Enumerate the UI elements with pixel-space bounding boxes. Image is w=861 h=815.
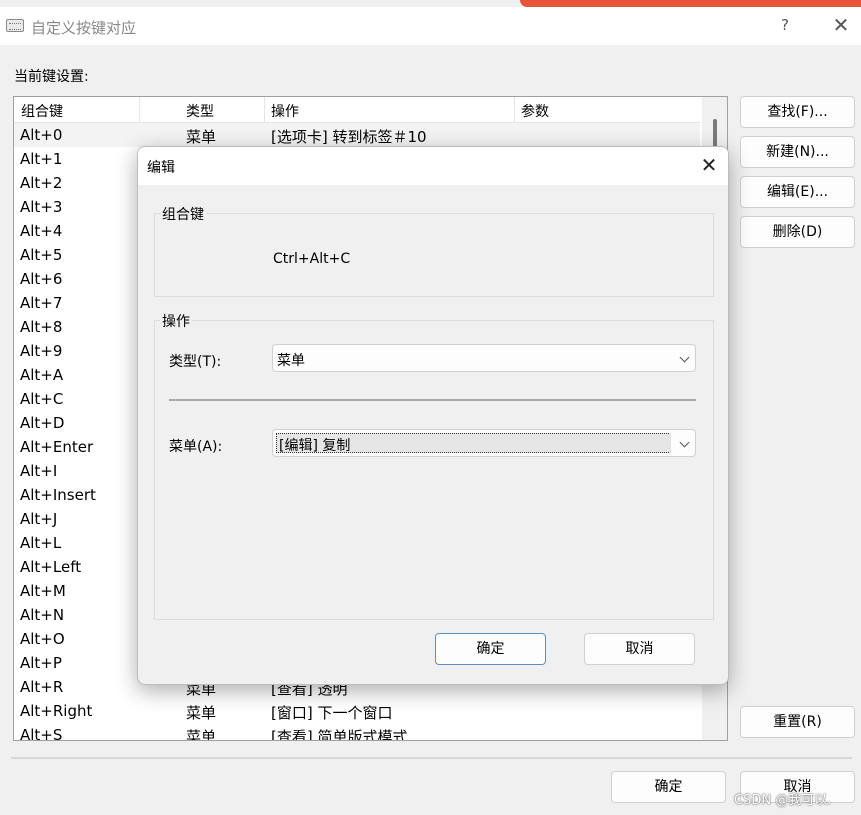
table-row[interactable]: Alt+Right 菜单 [窗口] 下一个窗口 xyxy=(14,699,700,723)
row-operation: [选项卡] 转到标签＃10 xyxy=(271,128,427,146)
row-key: Alt+7 xyxy=(20,294,63,312)
window-title: 自定义按键对应 xyxy=(31,19,137,37)
new-button[interactable]: 新建(N)... xyxy=(740,136,855,168)
dialog-cancel-button[interactable]: 取消 xyxy=(584,633,695,665)
row-key: Alt+Insert xyxy=(20,486,96,504)
help-button[interactable]: ? xyxy=(777,16,793,34)
column-header-operation[interactable]: 操作 xyxy=(271,101,299,121)
dialog-title: 编辑 xyxy=(147,160,175,176)
footer-divider xyxy=(11,757,852,759)
row-key: Alt+3 xyxy=(20,198,63,216)
background-window-edge xyxy=(520,0,861,7)
menu-select-value: [编辑] 复制 xyxy=(279,438,351,454)
row-type: 菜单 xyxy=(186,128,217,146)
column-divider[interactable] xyxy=(139,97,140,122)
operation-group-label: 操作 xyxy=(160,311,192,331)
column-divider[interactable] xyxy=(264,97,265,122)
row-key: Alt+O xyxy=(20,630,65,648)
row-key: Alt+6 xyxy=(20,270,63,288)
row-key: Alt+9 xyxy=(20,342,63,360)
delete-button[interactable]: 删除(D) xyxy=(740,216,855,248)
menu-select[interactable]: [编辑] 复制 xyxy=(272,429,696,457)
ok-button[interactable]: 确定 xyxy=(611,771,726,803)
dialog-titlebar: 编辑 ✕ xyxy=(138,147,728,185)
row-key: Alt+2 xyxy=(20,174,63,192)
dialog-close-button[interactable]: ✕ xyxy=(698,153,720,177)
type-select-value: 菜单 xyxy=(277,353,305,369)
window-titlebar: 自定义按键对应 ? ✕ xyxy=(0,7,861,45)
row-key: Alt+Enter xyxy=(20,438,94,456)
type-select[interactable]: 菜单 xyxy=(272,344,696,372)
row-key: Alt+J xyxy=(20,510,58,528)
table-row[interactable]: Alt+0 菜单 [选项卡] 转到标签＃10 xyxy=(14,123,700,147)
shortcut-value[interactable]: Ctrl+Alt+C xyxy=(273,251,350,267)
row-key: Alt+M xyxy=(20,582,66,600)
list-header: 组合键 类型 操作 参数 xyxy=(14,97,700,123)
row-key: Alt+I xyxy=(20,462,58,480)
reset-button[interactable]: 重置(R) xyxy=(740,706,855,738)
dialog-ok-button[interactable]: 确定 xyxy=(435,633,546,665)
column-header-param[interactable]: 参数 xyxy=(521,101,549,121)
row-key: Alt+S xyxy=(20,726,63,741)
row-key: Alt+L xyxy=(20,534,62,552)
window-close-button[interactable]: ✕ xyxy=(829,13,853,37)
row-operation: [查看] 简单版式模式 xyxy=(271,728,408,741)
keyboard-icon xyxy=(6,19,24,32)
chevron-down-icon xyxy=(679,352,690,363)
column-header-type[interactable]: 类型 xyxy=(186,101,214,121)
column-divider[interactable] xyxy=(514,97,515,122)
chevron-down-icon xyxy=(679,437,690,448)
row-key: Alt+Right xyxy=(20,702,93,720)
row-key: Alt+C xyxy=(20,390,64,408)
watermark: CSDN @我可以. xyxy=(734,793,832,808)
row-key: Alt+D xyxy=(20,414,65,432)
shortcut-group xyxy=(154,213,714,297)
current-settings-label: 当前键设置: xyxy=(14,69,89,85)
row-key: Alt+R xyxy=(20,678,64,696)
row-key: Alt+P xyxy=(20,654,62,672)
row-key: Alt+Left xyxy=(20,558,82,576)
row-operation: [窗口] 下一个窗口 xyxy=(271,704,393,722)
operation-divider xyxy=(169,399,696,401)
shortcut-group-label: 组合键 xyxy=(160,204,206,224)
row-key: Alt+1 xyxy=(20,150,63,168)
row-key: Alt+8 xyxy=(20,318,63,336)
row-key: Alt+4 xyxy=(20,222,63,240)
type-label: 类型(T): xyxy=(169,354,222,370)
row-key: Alt+N xyxy=(20,606,65,624)
row-type: 菜单 xyxy=(186,704,217,722)
row-key: Alt+5 xyxy=(20,246,63,264)
row-type: 菜单 xyxy=(186,728,217,741)
edit-button[interactable]: 编辑(E)... xyxy=(740,176,855,208)
column-header-key[interactable]: 组合键 xyxy=(21,101,63,121)
menu-label: 菜单(A): xyxy=(169,439,223,455)
row-key: Alt+0 xyxy=(20,126,63,144)
edit-dialog: 编辑 ✕ 组合键 Ctrl+Alt+C 操作 类型(T): 菜单 菜单(A): … xyxy=(137,146,729,685)
dropdown-divider xyxy=(670,433,671,453)
find-button[interactable]: 查找(F)... xyxy=(740,96,855,128)
row-key: Alt+A xyxy=(20,366,64,384)
table-row[interactable]: Alt+S 菜单 [查看] 简单版式模式 xyxy=(14,723,700,741)
